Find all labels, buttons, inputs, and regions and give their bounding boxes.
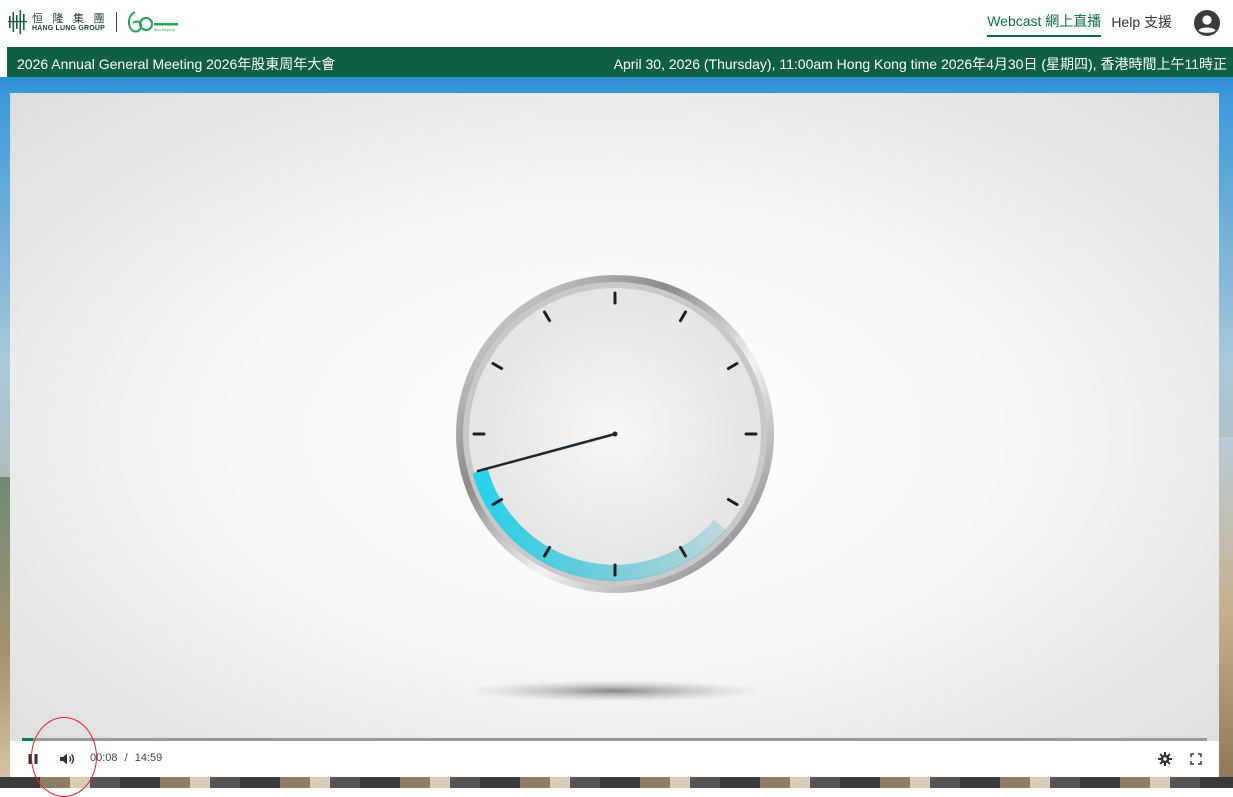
video-frame-clock (456, 275, 774, 702)
anniversary-60-logo-icon: and beyond (127, 11, 178, 33)
background-photo-bottom-strip (0, 777, 1233, 788)
top-header: 恒 隆 集 團 HANG LUNG GROUP and beyond Webca… (0, 0, 1233, 46)
gear-icon (1158, 752, 1172, 766)
account-circle-icon[interactable] (1193, 9, 1221, 37)
logo-english-name: HANG LUNG GROUP (32, 24, 105, 32)
volume-button[interactable] (58, 750, 76, 768)
svg-text:and beyond: and beyond (154, 27, 175, 32)
nav-help-link[interactable]: Help 支援 (1111, 10, 1172, 36)
fullscreen-button[interactable] (1187, 750, 1205, 768)
video-controls: 00:08 / 14:59 (10, 741, 1219, 777)
main-nav: Webcast 網上直播 Help 支援 (987, 0, 1233, 46)
hang-lung-logo-mark-icon (8, 10, 27, 34)
video-time-display: 00:08 / 14:59 (90, 752, 162, 764)
background-photo-right-edge (1218, 437, 1233, 788)
clock-shadow (465, 680, 765, 702)
event-title-bar: 2026 Annual General Meeting 2026年股東周年大會 … (7, 47, 1233, 77)
nav-webcast-link[interactable]: Webcast 網上直播 (987, 9, 1102, 37)
fullscreen-icon (1190, 753, 1202, 765)
clock-center (612, 431, 618, 437)
volume-icon (60, 753, 75, 765)
event-title: 2026 Annual General Meeting 2026年股東周年大會 (17, 56, 336, 72)
background-photo-left-edge (0, 477, 10, 788)
time-separator: / (124, 752, 128, 764)
hang-lung-logo[interactable]: 恒 隆 集 團 HANG LUNG GROUP and beyond (8, 8, 181, 36)
logo-chinese-name: 恒 隆 集 團 (32, 11, 108, 25)
video-player[interactable]: 00:08 / 14:59 (10, 93, 1219, 777)
current-time: 00:08 (90, 752, 118, 764)
pause-button[interactable] (24, 750, 42, 768)
event-datetime: April 30, 2026 (Thursday), 11:00am Hong … (613, 56, 1227, 72)
pause-icon (28, 754, 38, 764)
settings-button[interactable] (1156, 750, 1174, 768)
logo-divider (115, 12, 117, 32)
duration: 14:59 (134, 752, 163, 764)
